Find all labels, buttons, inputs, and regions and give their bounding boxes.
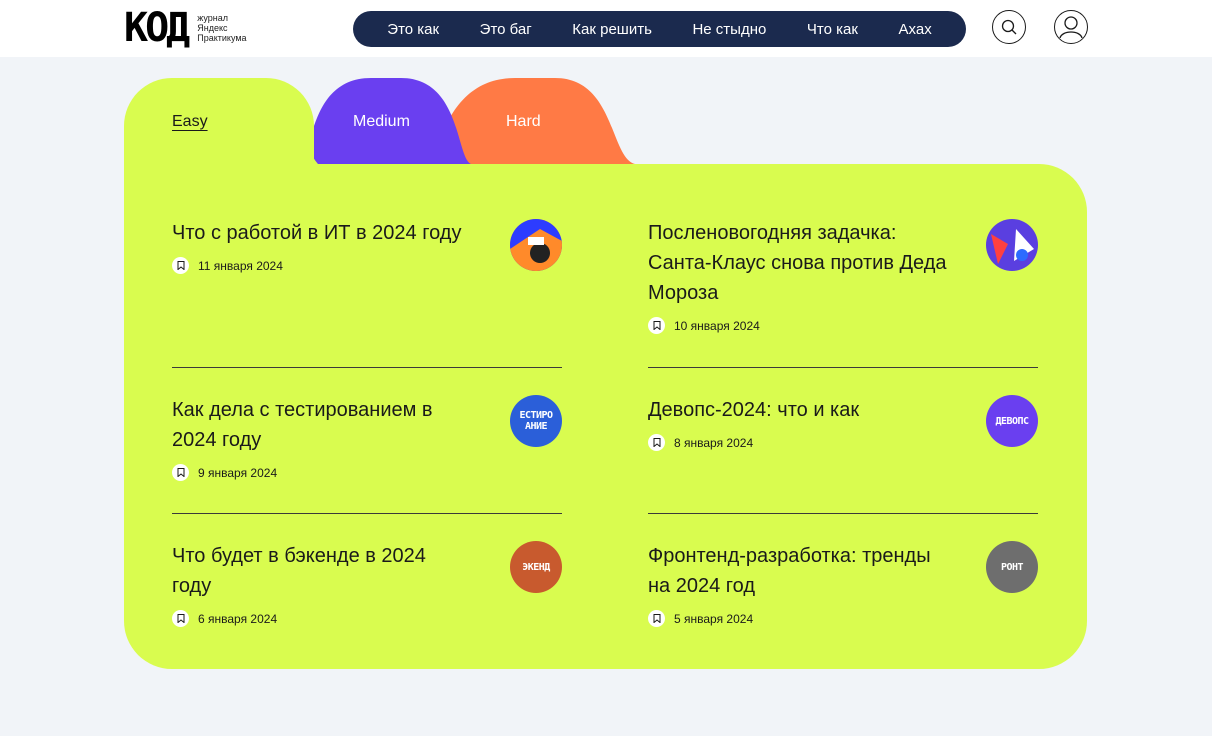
article-date: 6 января 2024: [198, 611, 278, 626]
logo-subtitle-line: журнал: [197, 13, 229, 23]
article-title[interactable]: Посленовогодняя задачка: Санта-Клаус сно…: [648, 218, 948, 308]
article-thumbnail[interactable]: РОНТ: [986, 541, 1038, 593]
profile-icon: [1059, 16, 1083, 39]
article-date: 5 января 2024: [674, 611, 754, 626]
bookmark-icon: [653, 614, 660, 623]
article-thumbnail[interactable]: ДЕВОПС: [986, 395, 1038, 447]
logo-subtitle: журнал Яндекс Практикума: [197, 13, 267, 43]
article-title[interactable]: Фронтенд-разработка: тренды на 2024 год: [648, 541, 958, 601]
site-header: КОД журнал Яндекс Практикума Это как Это…: [0, 0, 1212, 57]
illustration-icon: [510, 219, 562, 271]
article-meta: 11 января 2024: [172, 257, 492, 274]
bookmark-icon: [653, 438, 660, 447]
thumbnail-text: РОНТ: [1000, 561, 1024, 573]
main-nav: Это как Это баг Как решить Не стыдно Что…: [353, 11, 966, 47]
nav-item-eto-bag[interactable]: Это баг: [480, 21, 532, 38]
thumbnail-text: ДЕВОПС: [995, 415, 1029, 427]
logo-subtitle-line: Яндекс: [197, 23, 228, 33]
article-card[interactable]: Фронтенд-разработка: тренды на 2024 год …: [648, 541, 958, 627]
bookmark-button[interactable]: [648, 434, 665, 451]
nav-item-chto-kak[interactable]: Что как: [807, 21, 858, 38]
site-logo[interactable]: КОД журнал Яндекс Практикума: [124, 5, 267, 51]
bookmark-button[interactable]: [648, 610, 665, 627]
bookmark-button[interactable]: [172, 257, 189, 274]
article-divider: [172, 513, 562, 514]
article-thumbnail[interactable]: [986, 219, 1038, 271]
article-card[interactable]: Что будет в бэкенде в 2024 году 6 января…: [172, 541, 462, 627]
illustration-icon: [986, 219, 1038, 271]
article-meta: 6 января 2024: [172, 610, 462, 627]
article-date: 8 января 2024: [674, 435, 754, 450]
article-card[interactable]: Что с работой в ИТ в 2024 году 11 января…: [172, 218, 492, 274]
article-date: 11 января 2024: [198, 258, 283, 273]
article-meta: 8 января 2024: [648, 434, 948, 451]
article-title[interactable]: Что будет в бэкенде в 2024 году: [172, 541, 462, 601]
logo-subtitle-line: Практикума: [197, 33, 247, 43]
nav-item-eto-kak[interactable]: Это как: [387, 21, 439, 38]
article-thumbnail[interactable]: ЭКЕНД: [510, 541, 562, 593]
article-card[interactable]: Посленовогодняя задачка: Санта-Клаус сно…: [648, 218, 948, 334]
article-thumbnail[interactable]: [510, 219, 562, 271]
bookmark-button[interactable]: [172, 610, 189, 627]
thumbnail-text: ЕСТИРО АНИЕ: [519, 410, 553, 432]
article-divider: [648, 513, 1038, 514]
nav-item-ne-stydno[interactable]: Не стыдно: [692, 21, 766, 38]
logo-word: КОД: [124, 5, 190, 51]
search-icon: [1001, 19, 1017, 35]
article-date: 9 января 2024: [198, 465, 278, 480]
search-button[interactable]: [992, 10, 1026, 44]
article-card[interactable]: Девопс-2024: что и как 8 января 2024: [648, 395, 948, 451]
tab-hard-label[interactable]: Hard: [506, 113, 541, 131]
article-card[interactable]: Как дела с тестированием в 2024 году 9 я…: [172, 395, 462, 481]
article-meta: 9 января 2024: [172, 464, 462, 481]
nav-item-ahah[interactable]: Ахах: [899, 21, 932, 38]
article-date: 10 января 2024: [674, 318, 760, 333]
thumbnail-text: ЭКЕНД: [522, 561, 550, 573]
bookmark-icon: [177, 261, 184, 270]
tab-easy-label[interactable]: Easy: [172, 113, 208, 131]
article-meta: 5 января 2024: [648, 610, 958, 627]
article-title[interactable]: Как дела с тестированием в 2024 году: [172, 395, 462, 455]
article-title[interactable]: Девопс-2024: что и как: [648, 395, 948, 425]
article-thumbnail[interactable]: ЕСТИРО АНИЕ: [510, 395, 562, 447]
bookmark-button[interactable]: [648, 317, 665, 334]
bookmark-icon: [177, 614, 184, 623]
bookmark-icon: [177, 468, 184, 477]
bookmark-button[interactable]: [172, 464, 189, 481]
nav-item-kak-reshit[interactable]: Как решить: [572, 21, 652, 38]
article-divider: [648, 367, 1038, 368]
article-title[interactable]: Что с работой в ИТ в 2024 году: [172, 218, 492, 248]
tab-medium-label[interactable]: Medium: [353, 113, 410, 131]
article-meta: 10 января 2024: [648, 317, 948, 334]
article-divider: [172, 367, 562, 368]
bookmark-icon: [653, 321, 660, 330]
profile-button[interactable]: [1054, 10, 1088, 44]
